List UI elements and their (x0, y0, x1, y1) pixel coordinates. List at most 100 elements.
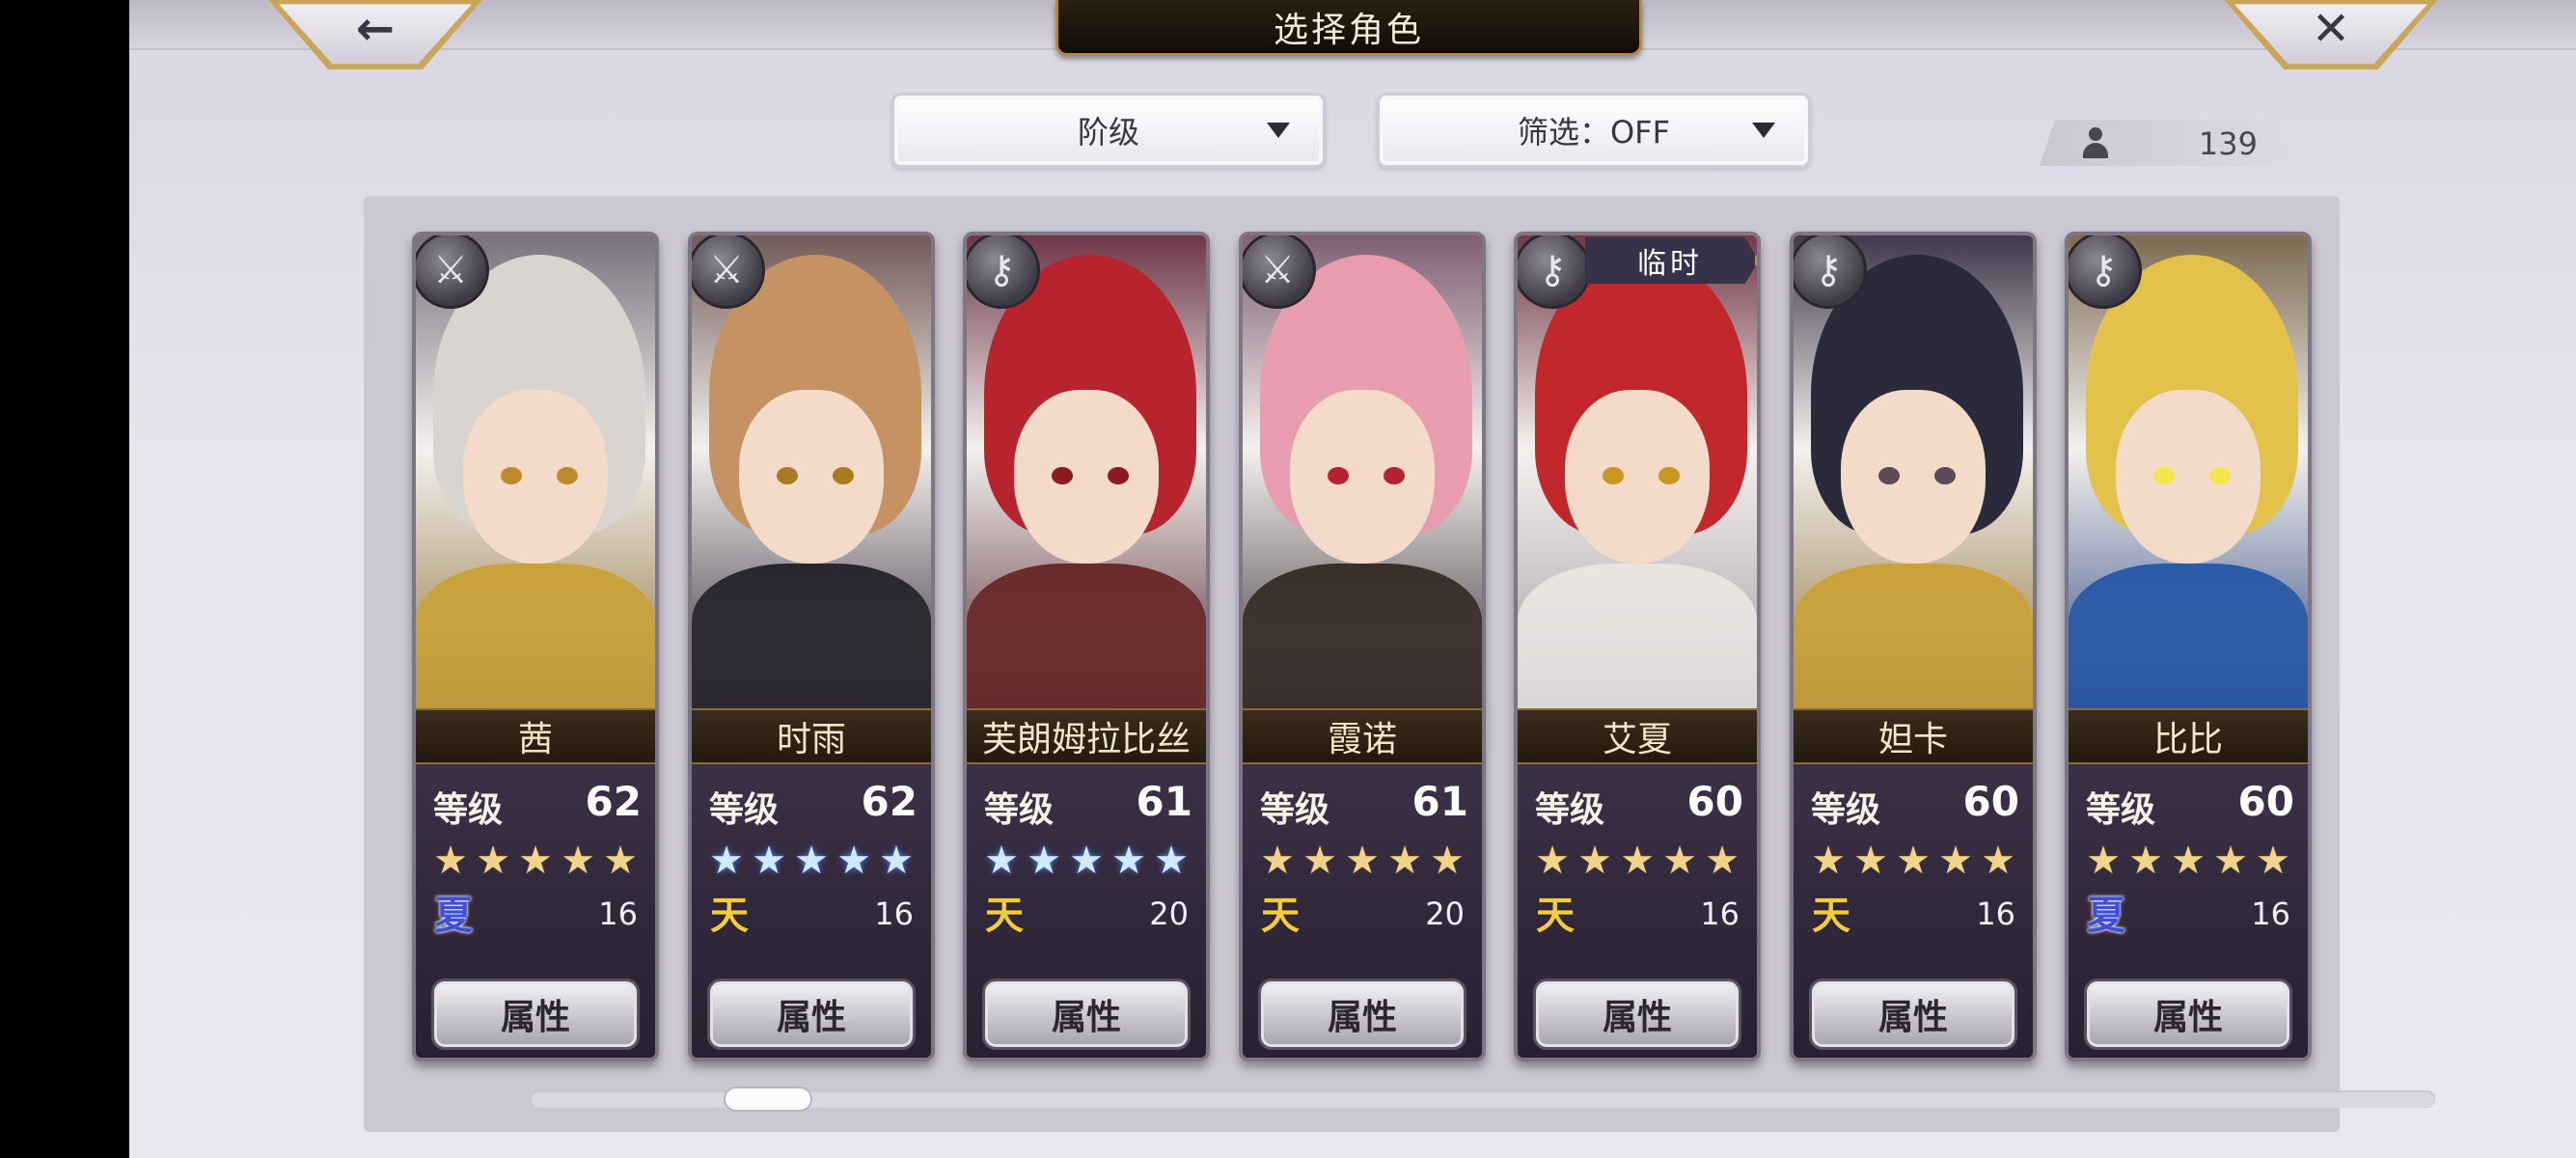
element-icon: 天 (1536, 894, 1575, 938)
close-button[interactable]: ✕ (2224, 0, 2438, 69)
character-name: 妲卡 (1877, 720, 1948, 759)
portrait-face (1290, 390, 1435, 564)
key-icon: ⚷ (967, 235, 1040, 309)
star-icon: ★ (1896, 839, 1931, 883)
level-value: 61 (1136, 778, 1192, 825)
portrait-outfit (1518, 564, 1757, 708)
level-label: 等级 (433, 790, 504, 830)
element-icon: 夏 (2087, 894, 2125, 938)
character-card[interactable]: ⚷ 妲卡 等级 60 ★ ★ ★ ★ ★ 天 16 属性 (1790, 232, 2037, 1062)
star-icon: ★ (1387, 839, 1422, 883)
key-icon: ⚷ (2069, 235, 2142, 309)
rarity-stars: ★ ★ ★ ★ ★ (1256, 840, 1468, 882)
level-label: 等级 (1260, 790, 1330, 830)
character-stat-number: 16 (874, 896, 914, 932)
portrait-outfit (1794, 564, 2033, 708)
attributes-button[interactable]: 属性 (1809, 979, 2017, 1050)
star-icon: ★ (1620, 839, 1655, 883)
filter-dropdown[interactable]: 筛选：OFF (1377, 93, 1811, 168)
attributes-button-label: 属性 (500, 998, 570, 1037)
portrait-eye (1603, 467, 1624, 484)
portrait-face (1841, 390, 1986, 564)
level-value: 60 (2237, 778, 2294, 825)
element-icon: 天 (985, 894, 1024, 938)
horizontal-scrollbar[interactable] (531, 1090, 2435, 1108)
character-name: 比比 (2152, 720, 2223, 759)
character-name: 茜 (517, 720, 553, 759)
owned-count-display: 139 (2040, 120, 2294, 166)
star-icon: ★ (879, 839, 914, 883)
rarity-stars: ★ ★ ★ ★ ★ (429, 840, 642, 882)
character-card[interactable]: ⚷ 比比 等级 60 ★ ★ ★ ★ ★ 夏 16 属性 (2065, 232, 2312, 1062)
portrait-eye (777, 467, 798, 484)
game-screen: ← 选择角色 ✕ 阶级 筛选：OFF 139 ⚔ 茜 等级 62 ★ ★ ★ ★… (129, 0, 2576, 1158)
attributes-button[interactable]: 属性 (982, 979, 1191, 1050)
attributes-button-label: 属性 (1877, 998, 1948, 1037)
portrait-face (1014, 390, 1159, 564)
portrait-face (1565, 390, 1710, 564)
portrait-eye (557, 467, 578, 484)
portrait-eye (1108, 467, 1129, 484)
rarity-stars: ★ ★ ★ ★ ★ (980, 840, 1192, 882)
level-label: 等级 (984, 790, 1055, 830)
character-stats: 等级 60 ★ ★ ★ ★ ★ 天 16 属性 (1794, 764, 2033, 1058)
rank-sort-dropdown[interactable]: 阶级 (891, 93, 1326, 168)
attributes-button[interactable]: 属性 (2084, 979, 2292, 1050)
portrait-outfit (2069, 564, 2308, 708)
star-icon: ★ (2086, 839, 2121, 883)
character-card[interactable]: ⚷ 芙朗姆拉比丝 等级 61 ★ ★ ★ ★ ★ 天 20 属性 (963, 232, 1210, 1062)
attributes-button[interactable]: 属性 (1258, 979, 1466, 1050)
character-stats: 等级 60 ★ ★ ★ ★ ★ 天 16 属性 (1518, 764, 1757, 1058)
character-card[interactable]: ⚷ 艾夏 等级 60 ★ ★ ★ ★ ★ 天 16 属性 临时 (1514, 232, 1761, 1062)
rarity-stars: ★ ★ ★ ★ ★ (705, 840, 918, 882)
user-icon (2080, 127, 2111, 158)
attributes-button-label: 属性 (776, 998, 846, 1037)
character-name-plate: 艾夏 (1518, 708, 1757, 764)
level-value: 62 (861, 778, 918, 825)
portrait-eye (1878, 467, 1900, 484)
key-icon: ⚷ (1518, 235, 1591, 309)
character-card[interactable]: ⚔ 时雨 等级 62 ★ ★ ★ ★ ★ 天 16 属性 (688, 232, 935, 1062)
portrait-outfit (1243, 564, 1482, 708)
element-icon: 天 (1812, 894, 1850, 938)
star-icon: ★ (2171, 839, 2206, 883)
attributes-button[interactable]: 属性 (1533, 979, 1741, 1050)
star-icon: ★ (836, 839, 871, 883)
back-button[interactable]: ← (268, 0, 482, 69)
star-icon: ★ (561, 839, 595, 883)
star-icon: ★ (752, 839, 786, 883)
character-card[interactable]: ⚔ 霞诺 等级 61 ★ ★ ★ ★ ★ 天 20 属性 (1239, 232, 1486, 1062)
portrait-face (463, 390, 608, 564)
star-icon: ★ (1027, 839, 1061, 883)
portrait-eye (1384, 467, 1405, 484)
rank-sort-label: 阶级 (1077, 114, 1139, 151)
character-name-plate: 时雨 (692, 708, 931, 764)
portrait-eye (2209, 467, 2231, 484)
star-icon: ★ (1154, 839, 1189, 883)
character-stats: 等级 61 ★ ★ ★ ★ ★ 天 20 属性 (967, 764, 1206, 1058)
star-icon: ★ (1662, 839, 1697, 883)
character-card[interactable]: ⚔ 茜 等级 62 ★ ★ ★ ★ ★ 夏 16 属性 (412, 232, 659, 1062)
portrait-eye (833, 467, 854, 484)
character-stat-number: 20 (1425, 896, 1465, 932)
sword-icon: ⚔ (416, 235, 489, 309)
star-icon: ★ (2256, 839, 2290, 883)
star-icon: ★ (603, 839, 638, 883)
temporary-badge: 临时 (1585, 237, 1757, 284)
scrollbar-thumb[interactable] (724, 1087, 812, 1112)
star-icon: ★ (2128, 839, 2163, 883)
star-icon: ★ (1260, 839, 1295, 883)
star-icon: ★ (794, 839, 829, 883)
portrait-eye (1934, 467, 1956, 484)
element-icon: 夏 (434, 894, 473, 938)
star-icon: ★ (1938, 839, 1973, 883)
attributes-button-label: 属性 (2152, 998, 2223, 1037)
star-icon: ★ (1302, 839, 1337, 883)
owned-count: 139 (2198, 125, 2258, 162)
character-name-plate: 妲卡 (1794, 708, 2033, 764)
portrait-eye (501, 467, 522, 484)
portrait-eye (1052, 467, 1073, 484)
key-icon: ⚷ (1794, 235, 1867, 309)
attributes-button[interactable]: 属性 (707, 979, 916, 1050)
attributes-button[interactable]: 属性 (431, 979, 640, 1050)
